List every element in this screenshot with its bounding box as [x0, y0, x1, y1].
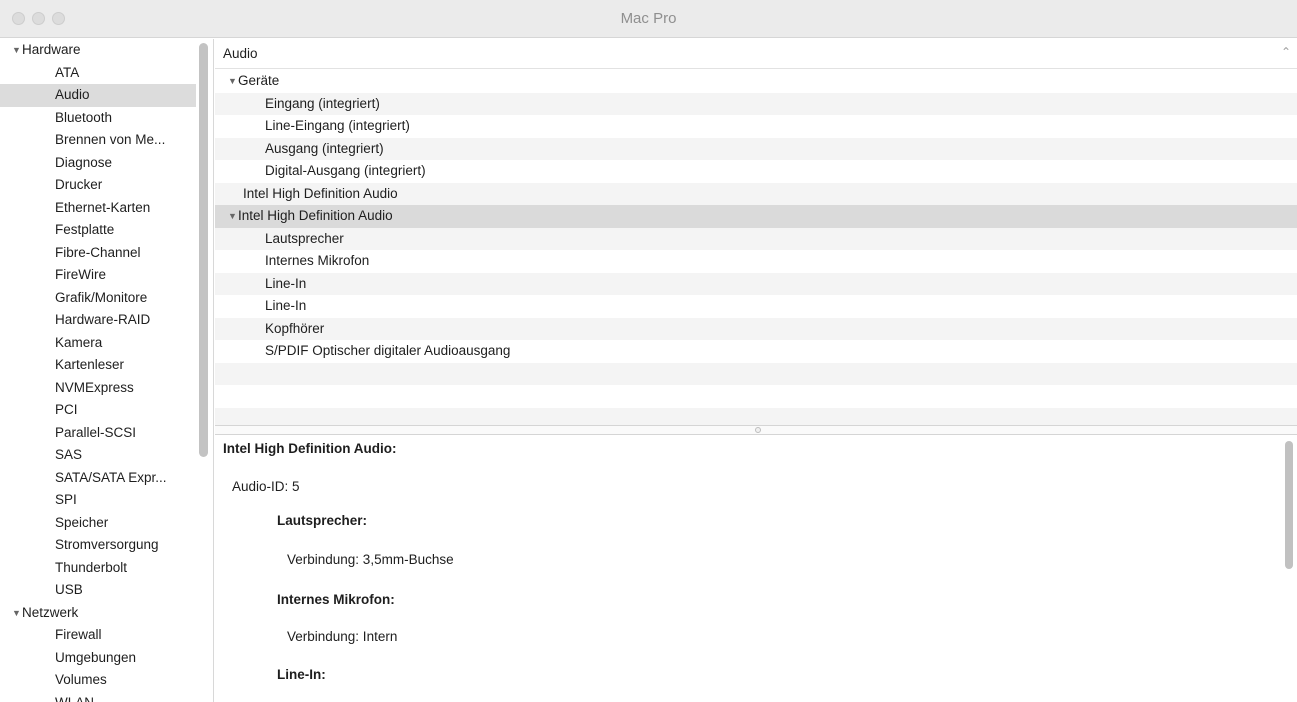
- sidebar-item-firewire[interactable]: FireWire: [0, 264, 196, 287]
- sidebar-item-speicher[interactable]: Speicher: [0, 512, 196, 535]
- sidebar-item-volumes[interactable]: Volumes: [0, 669, 196, 692]
- tree-row-line-in[interactable]: Line-In: [215, 295, 1297, 318]
- tree-row-label: Digital-Ausgang (integriert): [265, 163, 426, 178]
- tree-row-s-pdif-optischer-digitaler-audioausgang[interactable]: S/PDIF Optischer digitaler Audioausgang: [215, 340, 1297, 363]
- detail-section-heading: Lautsprecher:: [277, 513, 368, 528]
- title-bar: Mac Pro: [0, 0, 1297, 38]
- sidebar-item-hardware-raid[interactable]: Hardware-RAID: [0, 309, 196, 332]
- detail-audio-id: Audio-ID: 5: [232, 479, 300, 494]
- disclosure-triangle-icon[interactable]: ▼: [12, 602, 22, 624]
- tree-row-label: Line-In: [265, 298, 307, 313]
- tree-row-label: Geräte: [238, 73, 280, 88]
- tree-row-label: Internes Mikrofon: [265, 253, 370, 268]
- tree-row-intel-high-definition-audio[interactable]: ▼Intel High Definition Audio: [215, 205, 1297, 228]
- sidebar-item-spi[interactable]: SPI: [0, 489, 196, 512]
- sidebar-item-kamera[interactable]: Kamera: [0, 332, 196, 355]
- tree-row-label: Line-In: [265, 275, 307, 291]
- tree-row-internes-mikrofon[interactable]: Internes Mikrofon: [215, 250, 1297, 273]
- sidebar-item-firewall[interactable]: Firewall: [0, 624, 196, 647]
- sidebar-item-bluetooth[interactable]: Bluetooth: [0, 107, 196, 130]
- sidebar-item-diagnose[interactable]: Diagnose: [0, 152, 196, 175]
- tree-row-label: Line-Eingang (integriert): [265, 118, 410, 133]
- sidebar-item-sas[interactable]: SAS: [0, 444, 196, 467]
- disclosure-triangle-icon[interactable]: ▼: [228, 70, 238, 92]
- device-tree[interactable]: Audio ⌃ ▼Geräte Eingang (integriert) Line-…: [215, 39, 1297, 425]
- tree-row-eingang-integriert[interactable]: Eingang (integriert): [215, 92, 1297, 115]
- detail-section-heading: Internes Mikrofon:: [277, 592, 395, 607]
- disclosure-triangle-icon[interactable]: ▼: [12, 39, 22, 61]
- tree-row-ausgang-integriert[interactable]: Ausgang (integriert): [215, 137, 1297, 160]
- tree-row-intel-high-definition-audio[interactable]: Intel High Definition Audio: [215, 182, 1297, 205]
- tree-row-kopfh-rer[interactable]: Kopfhörer: [215, 317, 1297, 340]
- sidebar-item-thunderbolt[interactable]: Thunderbolt: [0, 557, 196, 580]
- sidebar-item-usb[interactable]: USB: [0, 579, 196, 602]
- column-header-label: Audio: [223, 46, 258, 61]
- detail-title: Intel High Definition Audio:: [223, 441, 397, 456]
- sidebar-item-pci[interactable]: PCI: [0, 399, 196, 422]
- tree-row-empty: [215, 385, 1297, 408]
- sidebar-item-ata[interactable]: ATA: [0, 62, 196, 85]
- sidebar-item-stromversorgung[interactable]: Stromversorgung: [0, 534, 196, 557]
- tree-row-label: Lautsprecher: [265, 230, 344, 246]
- sidebar-item-umgebungen[interactable]: Umgebungen: [0, 647, 196, 670]
- tree-row-label: Kopfhörer: [265, 320, 325, 336]
- sidebar-item-sata-sata-expr[interactable]: SATA/SATA Expr...: [0, 467, 196, 490]
- sidebar-group-netzwerk[interactable]: ▼Netzwerk: [0, 602, 196, 625]
- sidebar-item-ethernet-karten[interactable]: Ethernet-Karten: [0, 197, 196, 220]
- sidebar-item-wlan[interactable]: WLAN: [0, 692, 196, 702]
- disclosure-triangle-icon[interactable]: ▼: [228, 205, 238, 227]
- sidebar-group-hardware[interactable]: ▼Hardware: [0, 39, 196, 62]
- sidebar[interactable]: ▼Hardware ATA Audio Bluetooth Brennen von Me…: [0, 39, 214, 702]
- sidebar-item-grafik-monitore[interactable]: Grafik/Monitore: [0, 287, 196, 310]
- detail-pane: Intel High Definition Audio: Audio-ID: 5…: [215, 435, 1297, 702]
- detail-section-heading: Line-In:: [277, 667, 326, 682]
- tree-row-line-eingang-integriert[interactable]: Line-Eingang (integriert): [215, 115, 1297, 138]
- tree-row-digital-ausgang-integriert[interactable]: Digital-Ausgang (integriert): [215, 160, 1297, 183]
- sidebar-group-label: Netzwerk: [22, 604, 79, 620]
- window-title: Mac Pro: [620, 10, 677, 27]
- detail-scrollbar[interactable]: [1285, 441, 1293, 569]
- split-divider[interactable]: [215, 425, 1297, 435]
- sidebar-item-audio[interactable]: Audio: [0, 84, 196, 107]
- tree-row-label: Ausgang (integriert): [265, 140, 384, 156]
- tree-row-ger-te[interactable]: ▼Geräte: [215, 70, 1297, 93]
- column-header[interactable]: Audio ⌃: [215, 39, 1297, 69]
- tree-row-label: Eingang (integriert): [265, 95, 380, 111]
- sidebar-scrollbar[interactable]: [199, 43, 208, 457]
- sidebar-group-label: Hardware: [22, 42, 81, 57]
- sidebar-item-kartenleser[interactable]: Kartenleser: [0, 354, 196, 377]
- split-handle-icon[interactable]: [755, 427, 761, 433]
- detail-section-line: Verbindung: 3,5mm-Buchse: [287, 552, 454, 567]
- sidebar-item-festplatte[interactable]: Festplatte: [0, 219, 196, 242]
- tree-row-empty: [215, 362, 1297, 385]
- sidebar-item-parallel-scsi[interactable]: Parallel-SCSI: [0, 422, 196, 445]
- detail-section-line: Verbindung: Intern: [287, 629, 398, 644]
- tree-row-label: S/PDIF Optischer digitaler Audioausgang: [265, 343, 511, 358]
- tree-row-label: Intel High Definition Audio: [243, 185, 398, 201]
- tree-row-lautsprecher[interactable]: Lautsprecher: [215, 227, 1297, 250]
- sort-chevron-up-icon: ⌃: [1280, 45, 1291, 59]
- sidebar-item-nvmexpress[interactable]: NVMExpress: [0, 377, 196, 400]
- tree-row-line-in[interactable]: Line-In: [215, 272, 1297, 295]
- sidebar-item-drucker[interactable]: Drucker: [0, 174, 196, 197]
- tree-row-label: Intel High Definition Audio: [238, 208, 393, 223]
- tree-row-empty: [215, 407, 1297, 425]
- sidebar-item-fibre-channel[interactable]: Fibre-Channel: [0, 242, 196, 265]
- sidebar-item-brennen-von-me[interactable]: Brennen von Me...: [0, 129, 196, 152]
